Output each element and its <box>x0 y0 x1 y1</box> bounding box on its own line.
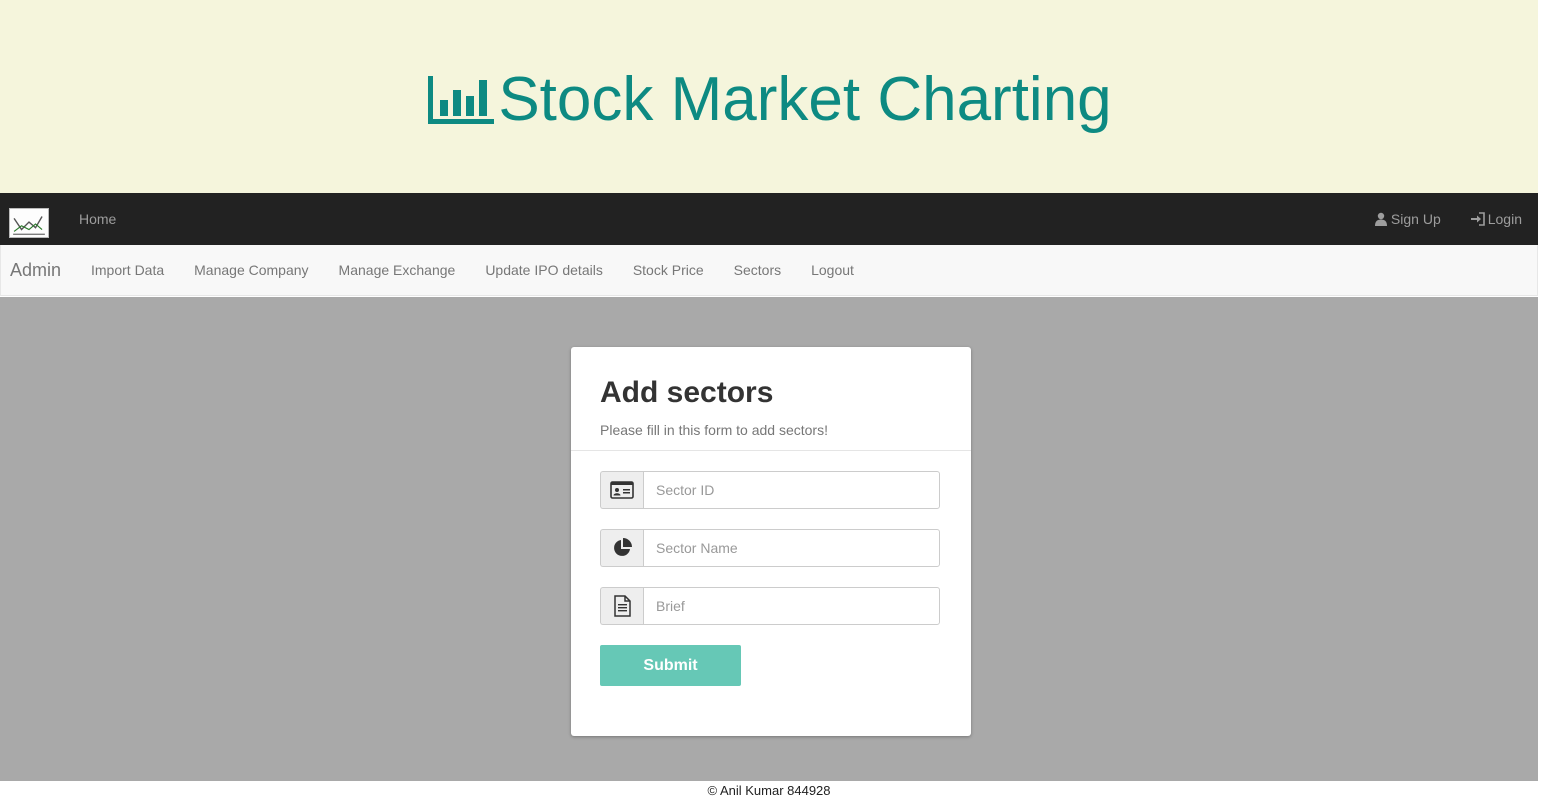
sign-up-label: Sign Up <box>1390 211 1441 227</box>
subnav-logout[interactable]: Logout <box>811 262 854 278</box>
document-icon <box>600 587 643 625</box>
stock-chart-logo[interactable] <box>9 208 49 238</box>
pie-chart-icon <box>600 529 643 567</box>
login-link[interactable]: Login <box>1470 211 1522 227</box>
id-card-icon <box>600 471 643 509</box>
sector-name-group <box>600 529 940 567</box>
banner-title-text: Stock Market Charting <box>498 64 1112 134</box>
bar-chart-icon <box>428 75 495 124</box>
footer-copyright: © Anil Kumar 844928 <box>707 783 831 798</box>
banner-title: Stock Market Charting <box>426 64 1112 134</box>
login-label: Login <box>1487 211 1522 227</box>
user-icon <box>1374 212 1387 226</box>
nav-home-link[interactable]: Home <box>79 193 116 245</box>
admin-subnav: Admin Import Data Manage Company Manage … <box>0 245 1538 296</box>
submit-button[interactable]: Submit <box>600 645 741 686</box>
log-in-icon <box>1470 212 1485 226</box>
subnav-sectors[interactable]: Sectors <box>734 262 781 278</box>
subnav-manage-exchange[interactable]: Manage Exchange <box>339 262 456 278</box>
top-navbar: Home Sign Up Login <box>0 193 1538 245</box>
add-sectors-form: Add sectors Please fill in this form to … <box>571 347 971 736</box>
sector-id-group <box>600 471 940 509</box>
subnav-import-data[interactable]: Import Data <box>91 262 164 278</box>
brief-group <box>600 587 940 625</box>
subnav-stock-price[interactable]: Stock Price <box>633 262 704 278</box>
sign-up-link[interactable]: Sign Up <box>1374 211 1441 227</box>
form-divider <box>571 450 971 451</box>
form-subtitle: Please fill in this form to add sectors! <box>600 422 828 438</box>
page-banner: Stock Market Charting <box>0 0 1538 193</box>
brief-input[interactable] <box>643 587 940 625</box>
admin-brand[interactable]: Admin <box>10 245 61 295</box>
subnav-manage-company[interactable]: Manage Company <box>194 262 308 278</box>
form-title: Add sectors <box>600 376 774 409</box>
main-content: Add sectors Please fill in this form to … <box>0 297 1538 781</box>
sector-id-input[interactable] <box>643 471 940 509</box>
sector-name-input[interactable] <box>643 529 940 567</box>
subnav-update-ipo-details[interactable]: Update IPO details <box>485 262 603 278</box>
